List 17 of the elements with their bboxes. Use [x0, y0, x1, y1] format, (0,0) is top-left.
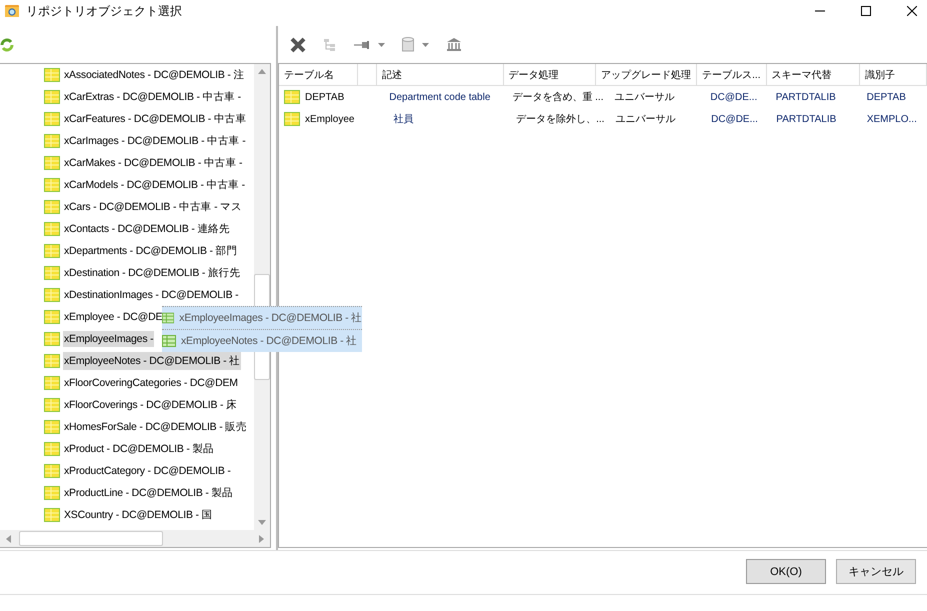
- table-cell: XEMPLO...: [866, 114, 917, 124]
- table-cell: PARTDTALIB: [776, 114, 836, 124]
- drag-item: xEmployeeImages - DC@DEMOLIB - 社: [179, 311, 362, 325]
- drag-item: xEmployeeNotes - DC@DEMOLIB - 社: [181, 334, 357, 348]
- table-cell-text: ユニバーサル: [615, 113, 676, 126]
- table-cell-text: 社員: [393, 112, 414, 126]
- table-cell: DC@DE...: [711, 114, 758, 124]
- table-cell-text: データを除外し、...: [516, 113, 604, 126]
- table-cell: Department code table: [389, 92, 490, 102]
- window-title: リポジトリオブジェクト選択: [26, 2, 182, 20]
- table-cell-text: データを含め、重 ...: [512, 90, 604, 104]
- table-cell-text: ユニバーサル: [614, 91, 674, 104]
- table-cell: PARTDTALIB: [776, 92, 836, 102]
- table-cell: DC@DE...: [710, 92, 758, 102]
- table-cell: xEmployee: [305, 114, 354, 124]
- table-cell: DEPTAB: [866, 92, 906, 102]
- table-cell: DEPTAB: [305, 92, 344, 102]
